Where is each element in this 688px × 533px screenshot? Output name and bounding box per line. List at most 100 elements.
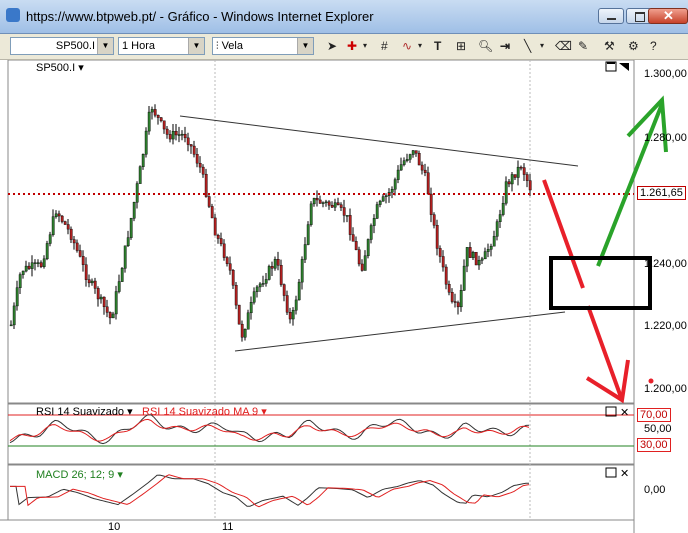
candle-body (39, 262, 43, 267)
candle-body (174, 131, 178, 136)
chart-style-select[interactable]: ⫶ Vela ▼ (212, 37, 314, 55)
candle-body (69, 228, 73, 240)
help-icon[interactable]: ? (650, 39, 657, 53)
close-window-button[interactable]: ✕ (648, 8, 688, 24)
indicator-dropdown-icon[interactable]: ▾ (418, 39, 422, 53)
candle-body (480, 258, 484, 261)
candle-body (144, 130, 148, 155)
candle-body (150, 109, 154, 113)
chart-area[interactable]: ✕ ✕ SP500.I ▾ RSI 14 Suavizado ▾ RSI 14 … (0, 60, 688, 533)
candle-body (432, 214, 436, 226)
candle-body (99, 296, 103, 300)
crosshair-icon[interactable]: ✚ (347, 39, 357, 53)
candle-body (315, 197, 319, 201)
candle-body (372, 218, 376, 226)
candle-body (426, 172, 430, 195)
price-tick: 1.240,00 (644, 258, 687, 270)
chart-style-value: Vela (221, 40, 243, 52)
candle-body (267, 266, 271, 280)
interval-select[interactable]: 1 Hora ▼ (118, 37, 205, 55)
candle-body (348, 215, 352, 235)
indicator-icon[interactable]: ∿ (402, 39, 412, 53)
candle-body (183, 133, 187, 139)
rsi-ma-label[interactable]: RSI 14 Suavizado MA 9 ▾ (142, 405, 267, 418)
candle-body (522, 167, 526, 175)
main-pane-frame (7, 60, 635, 404)
price-tick: 1.300,00 (644, 68, 687, 80)
candle-body (45, 243, 49, 260)
pencil-icon[interactable]: ✎ (578, 39, 588, 53)
candle-body (75, 242, 79, 251)
candle-body (222, 243, 226, 258)
candle-body (306, 224, 310, 245)
candle-body (180, 133, 184, 136)
text-icon[interactable]: T (434, 39, 441, 53)
candle-body (393, 179, 397, 190)
periods-icon[interactable]: ⇥ (500, 39, 510, 53)
cursor-icon[interactable]: ➤ (327, 39, 337, 53)
candle-body (219, 238, 223, 245)
candle-body (450, 292, 454, 302)
zoom-icon[interactable]: 🔍︎ (478, 39, 493, 53)
candle-body (216, 235, 220, 239)
candle-body (273, 259, 277, 269)
candle-body (231, 270, 235, 286)
candle-body (114, 291, 118, 315)
candle-body (354, 241, 358, 250)
candle-body (498, 214, 502, 222)
rsi-label[interactable]: RSI 14 Suavizado ▾ (36, 405, 133, 418)
candle-body (234, 284, 238, 306)
rsi-close-icon: ✕ (620, 407, 629, 419)
grid-icon[interactable]: # (381, 39, 388, 53)
macd-label[interactable]: MACD 26; 12; 9 ▾ (36, 468, 123, 481)
time-tick: 11 (222, 521, 234, 533)
fit-icon[interactable]: ⊞ (456, 39, 466, 53)
candle-body (153, 109, 157, 116)
current-price-tag: 1.261,65 (637, 186, 686, 200)
candle-body (240, 323, 244, 338)
candle-body (147, 111, 151, 132)
macd-close-icon: ✕ (620, 468, 629, 480)
candle-body (81, 256, 85, 265)
eraser-icon[interactable]: ⌫ (555, 39, 572, 53)
candle-body (27, 265, 31, 269)
crosshair-dropdown-icon[interactable]: ▾ (363, 39, 367, 53)
candle-body (429, 193, 433, 215)
main-pane-symbol-label[interactable]: SP500.I ▾ (36, 61, 84, 74)
candle-body (57, 213, 61, 217)
tools-icon[interactable]: ⚒ (604, 39, 615, 53)
candle-body (351, 234, 355, 242)
candle-body (141, 154, 145, 167)
symbol-field[interactable]: SP500.I ▼ (10, 37, 114, 55)
candle-body (342, 207, 346, 216)
candle-body (261, 283, 265, 285)
chart-toolbar: SP500.I ▼ 1 Hora ▼ ⫶ Vela ▼ ➤ ✚ ▾ # ∿ ▾ … (0, 34, 688, 60)
line-dropdown-icon[interactable]: ▾ (540, 39, 544, 53)
properties-icon[interactable]: ⚙ (628, 39, 639, 53)
candle-body (111, 313, 115, 319)
candle-body (408, 154, 412, 160)
candle-body (51, 216, 55, 235)
candle-body (252, 291, 256, 303)
minimize-button[interactable] (598, 8, 624, 24)
candle-body (129, 218, 133, 238)
candle-body (12, 305, 16, 326)
candle-body (162, 120, 166, 130)
window-titlebar: https://www.btpweb.pt/ - Gráfico - Windo… (0, 0, 688, 34)
candle-body (483, 251, 487, 260)
candle-body (519, 166, 523, 169)
chart-canvas[interactable]: ✕ ✕ (0, 60, 688, 533)
candle-body (363, 255, 367, 271)
candle-body (228, 263, 232, 271)
candle-body (105, 306, 109, 313)
candle-body (300, 259, 304, 283)
candle-body (192, 145, 196, 155)
candle-body (309, 203, 313, 225)
candle-body (486, 249, 490, 252)
candle-body (507, 181, 511, 185)
candle-body (189, 144, 193, 147)
candle-body (15, 287, 19, 307)
line-icon[interactable]: ╲ (524, 39, 531, 53)
rsi-tick-50: 50,00 (644, 423, 672, 435)
candle-body (516, 166, 520, 178)
